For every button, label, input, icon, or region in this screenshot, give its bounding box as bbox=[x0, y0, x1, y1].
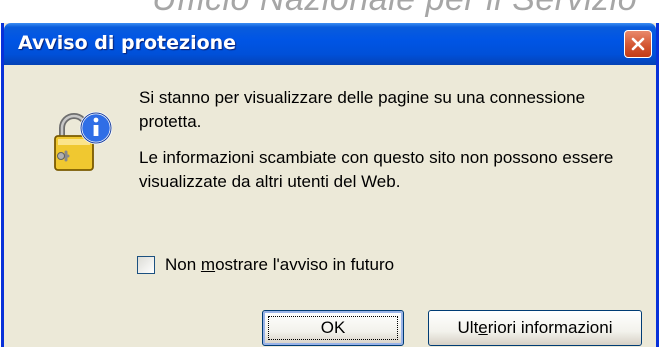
dont-show-again-label[interactable]: Non mostrare l'avviso in futuro bbox=[165, 255, 394, 275]
background-page-heading: Ufficio Nazionale per il Servizio bbox=[152, 0, 637, 19]
title-bar[interactable]: Avviso di protezione bbox=[4, 23, 656, 65]
security-alert-dialog: Avviso di protezione Si stanno per visua… bbox=[1, 23, 659, 347]
close-button[interactable] bbox=[624, 30, 652, 58]
ok-button[interactable]: OK bbox=[262, 310, 404, 346]
message-primary: Si stanno per visualizzare delle pagine … bbox=[139, 88, 586, 131]
close-icon bbox=[631, 37, 645, 51]
more-info-button[interactable]: Ulteriori informazioni bbox=[428, 310, 642, 346]
dont-show-again-option[interactable]: Non mostrare l'avviso in futuro bbox=[137, 255, 394, 275]
message-secondary: Le informazioni scambiate con questo sit… bbox=[139, 148, 614, 191]
dont-show-again-checkbox[interactable] bbox=[137, 256, 155, 274]
dialog-title: Avviso di protezione bbox=[18, 32, 237, 54]
focus-rectangle bbox=[268, 316, 398, 340]
padlock-info-icon bbox=[54, 111, 112, 171]
more-info-button-label: Ulteriori informazioni bbox=[457, 318, 613, 337]
